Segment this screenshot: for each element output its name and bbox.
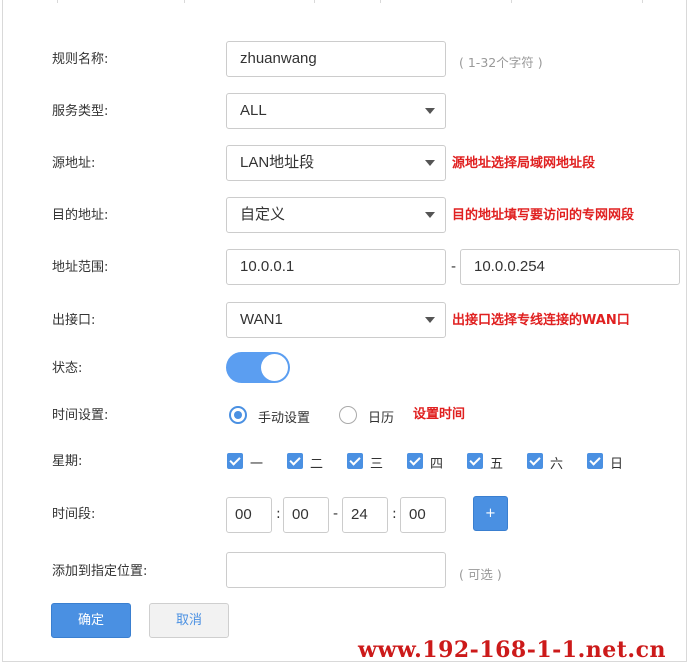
outbound-value: WAN1 [240, 311, 283, 328]
confirm-button[interactable]: 确定 [51, 603, 131, 638]
weekday-label-tue: 二 [310, 457, 324, 472]
source-address-value: LAN地址段 [240, 154, 315, 171]
dest-address-note: 目的地址填写要访问的专网网段 [452, 208, 635, 223]
top-tab-strip [2, 0, 687, 3]
source-address-select[interactable]: LAN地址段 [226, 145, 446, 181]
status-label: 状态: [52, 361, 83, 376]
cancel-button[interactable]: 取消 [149, 603, 229, 638]
position-hint: ( 可选 ) [459, 567, 502, 582]
source-address-note: 源地址选择局域网地址段 [452, 156, 596, 171]
weekday-checkbox-thu[interactable] [407, 453, 423, 469]
caret-down-icon [425, 212, 435, 218]
weekday-label-sat: 六 [550, 457, 564, 472]
rule-name-hint: ( 1-32个字符 ) [459, 55, 543, 70]
rule-name-label: 规则名称: [52, 52, 109, 67]
status-toggle[interactable] [226, 352, 290, 383]
outbound-note: 出接口选择专线连接的WAN口 [452, 313, 630, 328]
weekday-label-mon: 一 [250, 457, 264, 472]
caret-down-icon [425, 317, 435, 323]
weekday-checkbox-wed[interactable] [347, 453, 363, 469]
end-hour-input[interactable]: 24 [342, 497, 388, 533]
time-colon: : [392, 506, 397, 522]
end-minute-input[interactable]: 00 [400, 497, 446, 533]
address-range-separator: - [451, 259, 457, 275]
toggle-knob [261, 354, 288, 381]
time-colon: : [276, 506, 281, 522]
outbound-label: 出接口: [52, 313, 96, 328]
weekday-checkbox-sun[interactable] [587, 453, 603, 469]
time-setting-note: 设置时间 [413, 407, 466, 422]
outbound-select[interactable]: WAN1 [226, 302, 446, 338]
time-setting-label: 时间设置: [52, 408, 109, 423]
service-type-select[interactable]: ALL [226, 93, 446, 129]
position-input[interactable] [226, 552, 446, 588]
caret-down-icon [425, 160, 435, 166]
time-dash: - [333, 506, 339, 522]
time-period-label: 时间段: [52, 507, 96, 522]
weekday-label-wed: 三 [370, 457, 384, 472]
address-range-end-input[interactable]: 10.0.0.254 [460, 249, 680, 285]
address-range-label: 地址范围: [52, 260, 109, 275]
weekday-label-fri: 五 [490, 457, 504, 472]
weekday-label-sun: 日 [610, 457, 624, 472]
add-time-period-button[interactable]: + [473, 496, 508, 531]
radio-calendar-label: 日历 [368, 411, 395, 426]
weekday-checkbox-mon[interactable] [227, 453, 243, 469]
source-address-label: 源地址: [52, 156, 96, 171]
caret-down-icon [425, 108, 435, 114]
radio-manual[interactable] [229, 406, 247, 424]
dest-address-value: 自定义 [240, 206, 286, 223]
weekday-checkbox-sat[interactable] [527, 453, 543, 469]
rule-name-input[interactable]: zhuanwang [226, 41, 446, 77]
start-hour-input[interactable]: 00 [226, 497, 272, 533]
start-minute-input[interactable]: 00 [283, 497, 329, 533]
service-type-value: ALL [240, 102, 267, 119]
watermark-text: www.192-168-1-1.net.cn [358, 637, 666, 663]
dest-address-select[interactable]: 自定义 [226, 197, 446, 233]
position-label: 添加到指定位置: [52, 564, 148, 579]
weekday-checkbox-fri[interactable] [467, 453, 483, 469]
service-type-label: 服务类型: [52, 104, 109, 119]
weekday-label: 星期: [52, 454, 83, 469]
weekday-checkbox-tue[interactable] [287, 453, 303, 469]
address-range-start-input[interactable]: 10.0.0.1 [226, 249, 446, 285]
weekday-label-thu: 四 [430, 457, 444, 472]
radio-calendar[interactable] [339, 406, 357, 424]
dest-address-label: 目的地址: [52, 208, 109, 223]
radio-manual-label: 手动设置 [258, 411, 311, 426]
